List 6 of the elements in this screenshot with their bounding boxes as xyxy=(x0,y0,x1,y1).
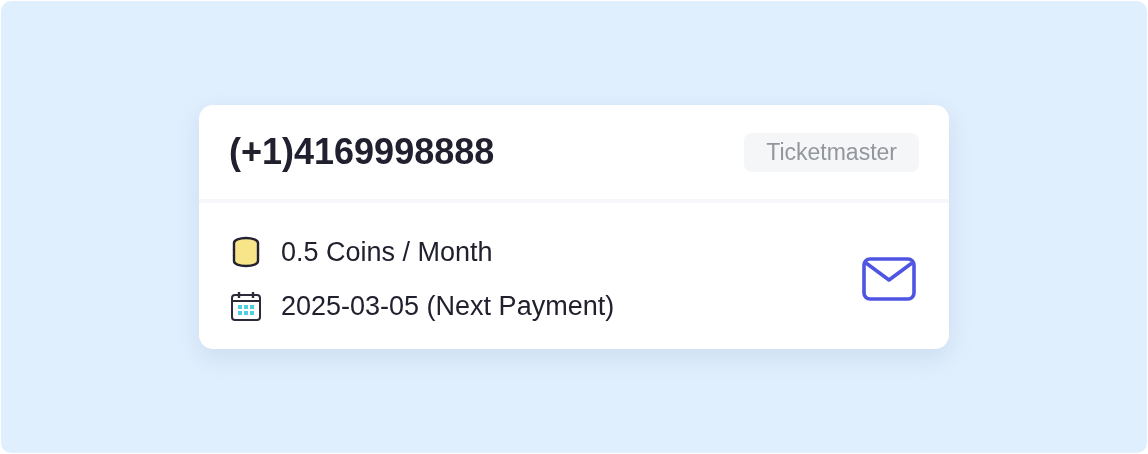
mail-icon[interactable] xyxy=(861,255,917,303)
phone-number: (+1)4169998888 xyxy=(229,131,495,173)
calendar-icon xyxy=(229,289,263,323)
detail-text: 2025-03-05 (Next Payment) xyxy=(281,290,615,322)
service-tag: Ticketmaster xyxy=(744,132,919,172)
detail-text: 0.5 Coins / Month xyxy=(281,236,493,268)
